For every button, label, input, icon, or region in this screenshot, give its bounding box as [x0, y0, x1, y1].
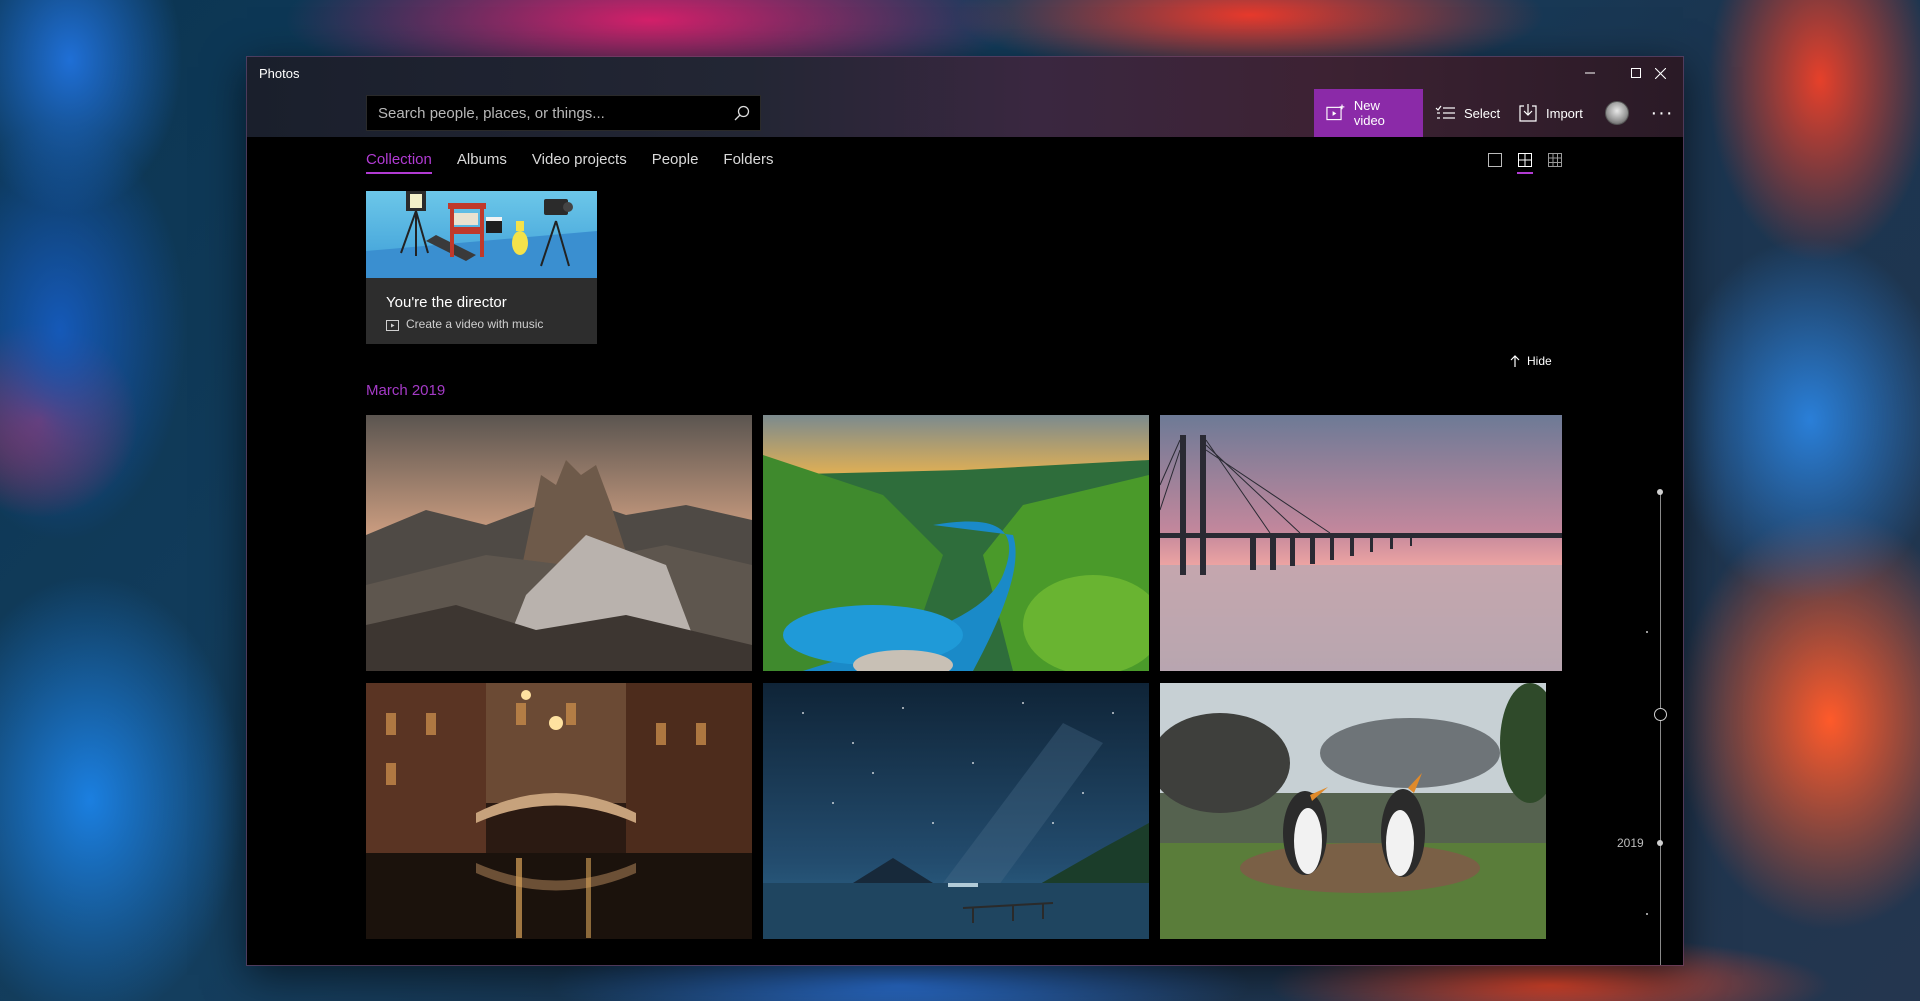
photo-tile-3[interactable] [1160, 415, 1562, 671]
photo-tile-2[interactable] [763, 415, 1149, 671]
search-input[interactable] [367, 96, 724, 130]
new-video-button[interactable]: New video [1314, 89, 1423, 137]
photo-starry-lake [763, 683, 1149, 939]
photo-bridge-sunset [1160, 415, 1562, 671]
select-label: Select [1464, 105, 1501, 121]
director-illustration [366, 191, 597, 278]
timeline-scroll-thumb[interactable] [1654, 708, 1667, 721]
timeline-year-dot [1657, 840, 1663, 846]
tab-albums[interactable]: Albums [457, 151, 507, 174]
collection-nav: Collection Albums Video projects People … [366, 151, 773, 174]
video-icon [386, 319, 399, 331]
photo-tile-5[interactable] [763, 683, 1149, 939]
small-grid-view-icon[interactable] [1545, 150, 1565, 170]
import-icon [1519, 104, 1537, 122]
timeline-marker [1646, 631, 1648, 633]
photos-app-window: Photos New video Select Import [247, 57, 1683, 965]
promo-title: You're the director [386, 294, 507, 311]
photo-canal-night [366, 683, 752, 939]
import-label: Import [1546, 105, 1583, 121]
search-box [366, 95, 761, 131]
close-icon [1654, 67, 1666, 79]
select-button[interactable]: Select [1423, 89, 1512, 137]
arrow-up-icon [1510, 355, 1520, 367]
tab-folders[interactable]: Folders [723, 151, 773, 174]
large-view-icon[interactable] [1485, 150, 1505, 170]
director-promo-card[interactable]: You're the director Create a video with … [366, 191, 597, 344]
timeline-year-2019[interactable]: 2019 [1617, 836, 1644, 850]
hide-label: Hide [1527, 354, 1552, 368]
new-video-label: New video [1353, 98, 1385, 128]
hide-button[interactable]: Hide [1510, 354, 1552, 368]
import-button[interactable]: Import [1507, 89, 1595, 137]
photo-tile-6[interactable] [1160, 683, 1546, 939]
medium-grid-view-icon[interactable] [1515, 150, 1535, 174]
promo-subtitle: Create a video with music [386, 317, 543, 331]
close-button[interactable] [1637, 57, 1683, 89]
photo-tile-1[interactable] [366, 415, 752, 671]
timeline-marker [1646, 913, 1648, 915]
more-options-icon[interactable]: ··· [1641, 89, 1683, 137]
minimize-button[interactable] [1567, 57, 1613, 89]
title-bar: Photos New video Select Import [247, 57, 1683, 137]
photo-penguins [1160, 683, 1546, 939]
date-group-heading: March 2019 [366, 382, 446, 399]
photo-tile-4[interactable] [366, 683, 752, 939]
select-list-icon [1435, 105, 1455, 119]
minimize-icon [1585, 72, 1595, 74]
tab-collection[interactable]: Collection [366, 151, 432, 174]
search-icon[interactable] [724, 95, 760, 131]
promo-subtitle-text: Create a video with music [406, 317, 544, 331]
timeline-track[interactable] [1660, 492, 1661, 965]
account-avatar[interactable] [1605, 101, 1629, 125]
tab-video-projects[interactable]: Video projects [532, 151, 627, 174]
photo-green-lake [763, 415, 1149, 671]
timeline-start-dot [1657, 489, 1663, 495]
photo-mountains [366, 415, 752, 671]
new-video-icon [1326, 104, 1345, 121]
app-title: Photos [259, 66, 300, 81]
tab-people[interactable]: People [652, 151, 699, 174]
